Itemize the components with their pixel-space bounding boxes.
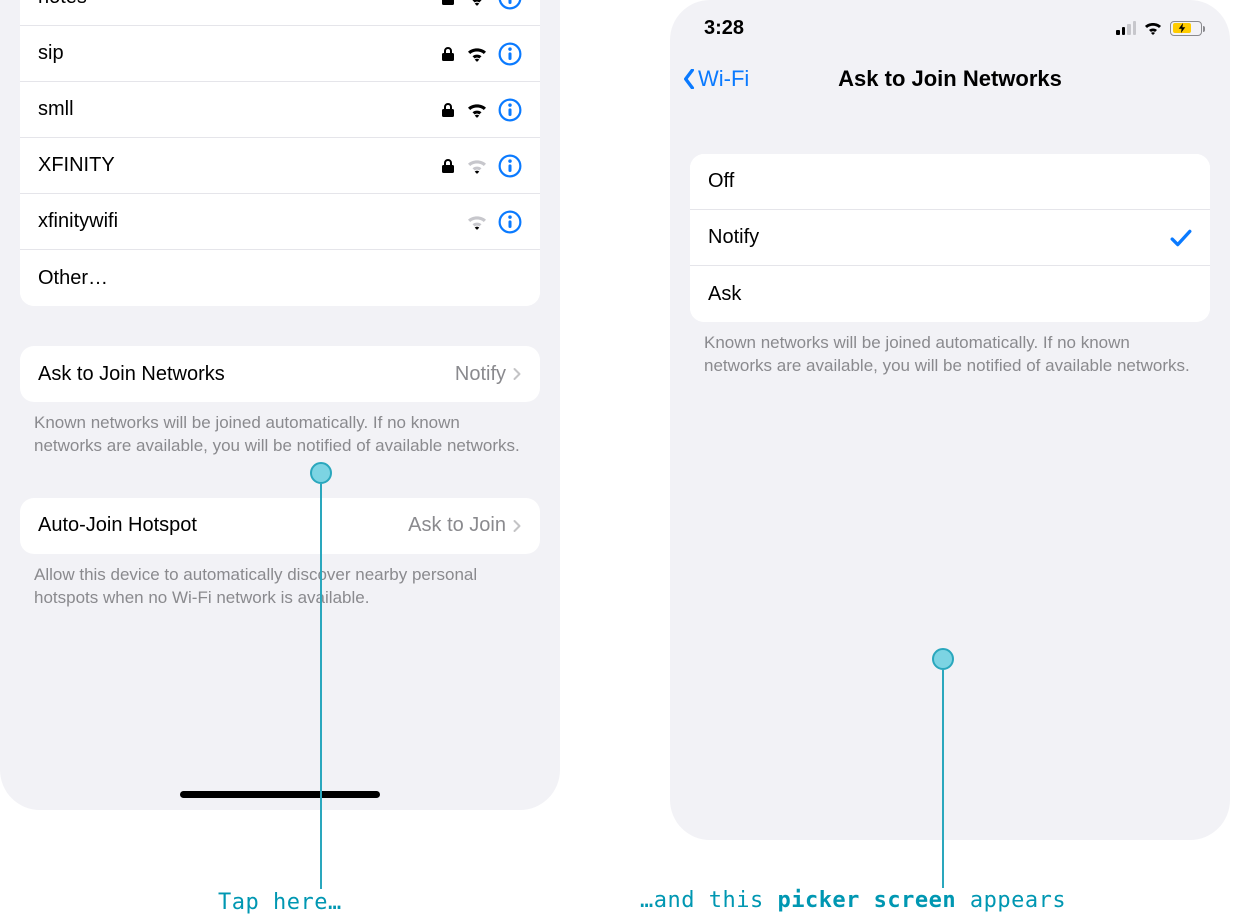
status-time: 3:28 <box>704 17 744 40</box>
lock-icon <box>440 0 456 6</box>
picker-option-off[interactable]: Off <box>690 154 1210 210</box>
checkmark-icon <box>1170 229 1192 247</box>
ask-to-join-footer: Known networks will be joined automatica… <box>0 402 560 458</box>
info-icon[interactable] <box>498 42 522 66</box>
picker-options-group: Off Notify Ask <box>690 154 1210 322</box>
wifi-icon <box>466 101 488 119</box>
ask-to-join-picker-screen: 3:28 Wi-Fi Ask to Join Networks <box>670 0 1230 840</box>
info-icon[interactable] <box>498 210 522 234</box>
wifi-icon <box>466 0 488 7</box>
wifi-icon <box>466 213 488 231</box>
picker-option-notify[interactable]: Notify <box>690 210 1210 266</box>
network-row[interactable]: XFINITY <box>20 138 540 194</box>
wifi-settings-screen: notes sip smll <box>0 0 560 810</box>
ask-to-join-value: Notify <box>455 363 506 386</box>
lock-icon <box>440 102 456 118</box>
network-name: xfinitywifi <box>38 210 466 233</box>
network-name: XFINITY <box>38 154 440 177</box>
nav-title: Ask to Join Networks <box>838 66 1062 92</box>
networks-group: notes sip smll <box>20 0 540 306</box>
info-icon[interactable] <box>498 0 522 10</box>
option-label: Ask <box>708 283 1192 306</box>
network-name: smll <box>38 98 440 121</box>
picker-option-ask[interactable]: Ask <box>690 266 1210 322</box>
ask-join-group: Ask to Join Networks Notify <box>20 346 540 402</box>
chevron-left-icon <box>682 69 696 89</box>
auto-hotspot-label: Auto-Join Hotspot <box>38 514 408 537</box>
cellular-icon <box>1116 21 1136 35</box>
network-row[interactable]: sip <box>20 26 540 82</box>
picker-footer: Known networks will be joined automatica… <box>670 322 1230 378</box>
network-name: notes <box>38 0 440 9</box>
chevron-right-icon <box>512 366 522 382</box>
back-label: Wi-Fi <box>698 66 749 92</box>
auto-hotspot-value: Ask to Join <box>408 514 506 537</box>
status-bar: 3:28 <box>670 0 1230 48</box>
nav-bar: Wi-Fi Ask to Join Networks <box>670 48 1230 114</box>
other-label: Other… <box>38 267 522 290</box>
battery-charging-icon <box>1170 21 1202 36</box>
wifi-icon <box>466 157 488 175</box>
wifi-status-icon <box>1143 20 1163 36</box>
auto-hotspot-group: Auto-Join Hotspot Ask to Join <box>20 498 540 554</box>
network-row[interactable]: notes <box>20 0 540 26</box>
lock-icon <box>440 158 456 174</box>
auto-hotspot-row[interactable]: Auto-Join Hotspot Ask to Join <box>20 498 540 554</box>
network-row[interactable]: smll <box>20 82 540 138</box>
network-row[interactable]: xfinitywifi <box>20 194 540 250</box>
chevron-right-icon <box>512 518 522 534</box>
option-label: Notify <box>708 226 1170 249</box>
ask-to-join-label: Ask to Join Networks <box>38 363 455 386</box>
wifi-icon <box>466 45 488 63</box>
back-button[interactable]: Wi-Fi <box>682 66 749 92</box>
home-indicator[interactable] <box>180 791 380 798</box>
info-icon[interactable] <box>498 98 522 122</box>
lock-icon <box>440 46 456 62</box>
info-icon[interactable] <box>498 154 522 178</box>
other-network-row[interactable]: Other… <box>20 250 540 306</box>
auto-hotspot-footer: Allow this device to automatically disco… <box>0 554 560 610</box>
network-name: sip <box>38 42 440 65</box>
option-label: Off <box>708 170 1192 193</box>
ask-to-join-row[interactable]: Ask to Join Networks Notify <box>20 346 540 402</box>
